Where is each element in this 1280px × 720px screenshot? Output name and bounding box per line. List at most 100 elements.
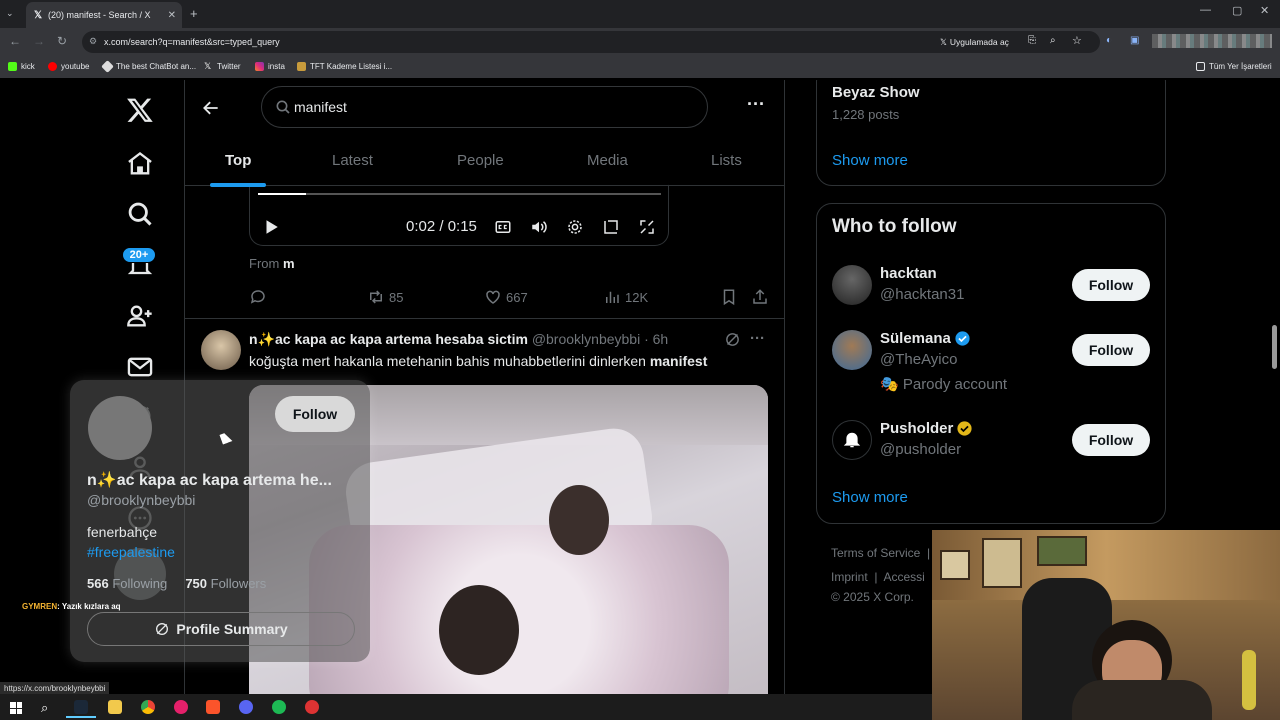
- file-explorer-icon[interactable]: [108, 700, 122, 714]
- settings-gear-icon[interactable]: [566, 218, 584, 236]
- suggested-user-avatar[interactable]: [832, 330, 872, 370]
- video-progress-bar[interactable]: [258, 193, 661, 195]
- tweet-author-handle[interactable]: @brooklynbeybbi: [532, 331, 640, 347]
- steam-icon[interactable]: [74, 700, 88, 714]
- maximize-icon[interactable]: ▢: [1232, 4, 1242, 17]
- tab-latest[interactable]: Latest: [332, 152, 373, 169]
- close-tab-icon[interactable]: ✕: [168, 10, 176, 21]
- following-stat[interactable]: 566 Following: [87, 576, 167, 591]
- video-blanket: [309, 525, 729, 694]
- extension-icon[interactable]: ◐: [1106, 35, 1112, 46]
- discord-icon[interactable]: [239, 700, 253, 714]
- follow-people-icon[interactable]: [126, 302, 154, 330]
- bookmark-insta[interactable]: insta: [255, 62, 285, 71]
- close-window-icon[interactable]: ✕: [1260, 4, 1269, 17]
- tab-top[interactable]: Top: [225, 152, 251, 169]
- forward-icon[interactable]: →: [33, 34, 45, 48]
- suggested-user-row[interactable]: Pusholder @pusholder Follow: [832, 420, 1152, 476]
- tab-media[interactable]: Media: [587, 152, 628, 169]
- all-bookmarks[interactable]: Tüm Yer İşaretleri: [1196, 62, 1272, 71]
- x-logo-icon[interactable]: [126, 96, 154, 124]
- bookmark-youtube[interactable]: youtube: [48, 62, 89, 71]
- hover-card-follow-button[interactable]: Follow: [275, 396, 355, 432]
- video-source-user[interactable]: m: [283, 256, 295, 271]
- follow-button[interactable]: Follow: [1072, 269, 1150, 301]
- back-icon[interactable]: ←: [9, 34, 21, 48]
- search-taskbar-icon[interactable]: ⌕: [41, 700, 48, 716]
- tab-search-icon[interactable]: ⌄: [6, 8, 14, 19]
- spotify-icon[interactable]: [272, 700, 286, 714]
- volume-icon[interactable]: [530, 218, 548, 236]
- bookmark-kick[interactable]: kick: [8, 62, 35, 71]
- new-tab-icon[interactable]: +: [190, 6, 198, 21]
- translate-icon[interactable]: ⎘: [1028, 35, 1036, 46]
- follow-button[interactable]: Follow: [1072, 424, 1150, 456]
- minimize-icon[interactable]: —: [1200, 4, 1211, 16]
- suggested-user-name[interactable]: Pusholder: [880, 420, 973, 437]
- play-icon[interactable]: [262, 218, 280, 236]
- share-button[interactable]: [751, 288, 769, 306]
- extensions-strip[interactable]: [1152, 34, 1272, 48]
- picture-in-picture-icon[interactable]: [602, 218, 620, 236]
- views-button[interactable]: 12K: [603, 288, 648, 306]
- home-icon[interactable]: [126, 150, 154, 178]
- follow-button[interactable]: Follow: [1072, 334, 1150, 366]
- hover-card-hashtag[interactable]: #freepalestine: [87, 544, 175, 560]
- captions-icon[interactable]: [494, 218, 512, 236]
- zoom-icon[interactable]: ⌕: [1050, 35, 1056, 46]
- bookmark-twitter[interactable]: 𝕏 Twitter: [204, 62, 241, 72]
- bookmark-tft[interactable]: TFT Kademe Listesi i...: [297, 62, 392, 71]
- chrome-icon[interactable]: [141, 700, 155, 714]
- retweet-button[interactable]: 85: [367, 288, 403, 306]
- back-arrow-icon[interactable]: [201, 98, 221, 118]
- brave-icon[interactable]: [206, 700, 220, 714]
- fullscreen-icon[interactable]: [638, 218, 656, 236]
- trends-show-more[interactable]: Show more: [832, 152, 908, 169]
- tweet-more-icon[interactable]: ···: [750, 330, 765, 347]
- terms-link[interactable]: Terms of Service: [831, 546, 920, 560]
- suggested-user-name[interactable]: hacktan: [880, 265, 937, 282]
- like-button[interactable]: 667: [484, 288, 528, 306]
- suggested-user-avatar[interactable]: [832, 420, 872, 460]
- bookmark-button[interactable]: [720, 288, 738, 306]
- extension-icon[interactable]: ▣: [1130, 35, 1139, 46]
- browser-tab[interactable]: 𝕏 (20) manifest - Search / X ✕: [26, 2, 182, 28]
- accessibility-link[interactable]: Accessi: [884, 570, 925, 584]
- hover-card-avatar[interactable]: [88, 396, 152, 460]
- search-input[interactable]: manifest: [261, 86, 708, 128]
- media-app-icon[interactable]: [174, 700, 188, 714]
- tweet-time[interactable]: · 6h: [644, 331, 668, 347]
- obs-icon[interactable]: [305, 700, 319, 714]
- trend-posts: 1,228 posts: [832, 107, 900, 122]
- reply-button[interactable]: [249, 288, 267, 306]
- search-more-icon[interactable]: ···: [747, 94, 765, 115]
- windows-start-icon[interactable]: [10, 702, 22, 714]
- messages-icon[interactable]: [126, 353, 154, 381]
- suggested-user-avatar[interactable]: [832, 265, 872, 305]
- profile-summary-button[interactable]: Profile Summary: [87, 612, 355, 646]
- site-info-icon[interactable]: ⚙: [89, 36, 97, 47]
- explore-icon[interactable]: [126, 200, 154, 228]
- imprint-link[interactable]: Imprint: [831, 570, 868, 584]
- bookmark-chatbot[interactable]: The best ChatBot an...: [101, 60, 196, 73]
- suggested-user-name[interactable]: Sülemana: [880, 330, 971, 347]
- instagram-icon: [255, 62, 264, 71]
- suggested-user-row[interactable]: Sülemana @TheAyico 🎭 Parody account Foll…: [832, 330, 1152, 400]
- who-to-follow-show-more[interactable]: Show more: [832, 489, 908, 506]
- profile-hover-card[interactable]: Follow n✨ac kapa ac kapa artema he... @b…: [70, 380, 370, 662]
- tweet-author-name[interactable]: n✨ac kapa ac kapa artema hesaba sictim: [249, 331, 528, 347]
- tab-people[interactable]: People: [457, 152, 504, 169]
- hover-card-name[interactable]: n✨ac kapa ac kapa artema he...: [87, 470, 332, 490]
- video-player-controls[interactable]: 0:02 / 0:15: [249, 184, 669, 246]
- tweet-avatar[interactable]: [201, 330, 241, 370]
- open-in-app-chip[interactable]: 𝕏 Uygulamada aç: [934, 34, 1015, 50]
- page-scrollbar[interactable]: [1272, 325, 1277, 369]
- trend-name[interactable]: Beyaz Show: [832, 84, 920, 101]
- reload-icon[interactable]: ↻: [57, 34, 67, 48]
- hover-card-handle[interactable]: @brooklynbeybbi: [87, 492, 195, 508]
- tab-lists[interactable]: Lists: [711, 152, 742, 169]
- bookmark-star-icon[interactable]: ☆: [1072, 34, 1082, 47]
- suggested-user-row[interactable]: hacktan @hacktan31 Follow: [832, 265, 1152, 321]
- followers-stat[interactable]: 750 Followers: [185, 576, 266, 591]
- grok-explain-icon[interactable]: [724, 331, 741, 348]
